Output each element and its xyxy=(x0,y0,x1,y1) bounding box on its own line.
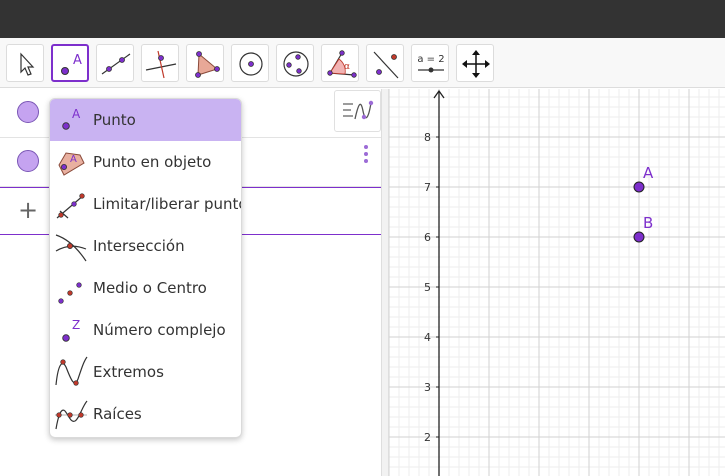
menu-item-label: Raíces xyxy=(93,405,142,423)
menu-item-raices[interactable]: Raíces xyxy=(50,393,241,435)
menu-item-numero-complejo[interactable]: Z Número complejo xyxy=(50,309,241,351)
point-tools-menu: A Punto A Punto en objeto Limitar/libera… xyxy=(49,98,242,438)
menu-item-limitar-liberar-punto[interactable]: Limitar/liberar punto xyxy=(50,183,242,225)
point-tool-button[interactable]: A xyxy=(51,44,89,82)
toolbar: A α a = 2 xyxy=(0,38,725,88)
polygon-icon xyxy=(195,51,220,78)
move-tool-button[interactable] xyxy=(6,44,44,82)
perpendicular-tool-button[interactable] xyxy=(141,44,179,82)
visibility-toggle-b[interactable] xyxy=(17,150,39,172)
arrow-cursor-icon xyxy=(20,52,35,76)
point-icon: A xyxy=(61,53,82,75)
angle-tool-button[interactable]: α xyxy=(321,44,359,82)
y-tick-label: 6 xyxy=(424,231,431,244)
view-splitter[interactable] xyxy=(381,89,389,476)
ellipse-icon xyxy=(283,51,309,77)
point-on-object-icon: A xyxy=(58,152,85,176)
y-tick-label: 7 xyxy=(424,181,431,194)
circle-icon xyxy=(239,52,263,76)
extremum-icon xyxy=(55,356,88,386)
slider-tool-button[interactable]: a = 2 xyxy=(411,44,449,82)
perpendicular-icon xyxy=(145,50,177,79)
slider-tool-label: a = 2 xyxy=(417,54,444,65)
menu-item-label: Punto en objeto xyxy=(93,153,212,171)
menu-item-medio-o-centro[interactable]: Medio o Centro xyxy=(50,267,241,309)
graphics-canvas[interactable]: 8 7 6 5 4 3 2 A B xyxy=(389,89,725,476)
menu-item-label: Punto xyxy=(93,111,136,129)
menu-icon-label: Z xyxy=(72,318,80,332)
reflect-tool-button[interactable] xyxy=(366,44,404,82)
line-tool-button[interactable] xyxy=(96,44,134,82)
point-b[interactable] xyxy=(633,231,645,243)
midpoint-icon xyxy=(58,282,82,304)
sort-algebra-icon xyxy=(343,100,374,120)
polygon-tool-button[interactable] xyxy=(186,44,224,82)
angle-icon: α xyxy=(327,50,357,78)
point-tool-label: A xyxy=(73,53,82,68)
menu-item-label: Intersección xyxy=(93,237,185,255)
intersect-icon xyxy=(55,234,87,262)
y-tick-label: 8 xyxy=(424,131,431,144)
point-label-a: A xyxy=(643,164,654,182)
add-item-icon[interactable]: + xyxy=(18,198,38,222)
menu-item-label: Medio o Centro xyxy=(93,279,207,297)
menu-icon-label: A xyxy=(70,154,77,165)
menu-item-label: Limitar/liberar punto xyxy=(93,195,242,213)
complex-number-icon: Z xyxy=(62,318,80,342)
y-tick-label: 4 xyxy=(424,331,431,344)
point-icon: A xyxy=(62,107,81,130)
visibility-toggle-a[interactable] xyxy=(17,101,39,123)
title-bar xyxy=(0,0,725,38)
attach-detach-icon xyxy=(56,193,85,219)
move-arrows-icon xyxy=(462,50,490,78)
menu-item-label: Extremos xyxy=(93,363,164,381)
point-a[interactable] xyxy=(633,181,645,193)
menu-item-label: Número complejo xyxy=(93,321,226,339)
y-tick-label: 2 xyxy=(424,431,431,444)
menu-icon-label: A xyxy=(72,107,81,121)
graphics-view[interactable]: 8 7 6 5 4 3 2 A B xyxy=(389,89,725,476)
line-icon xyxy=(101,53,131,75)
slider-icon: a = 2 xyxy=(417,54,445,73)
geogebra-window: A α a = 2 + 8 7 6 5 4 3 2 A B A Punto A … xyxy=(0,0,725,476)
menu-item-punto[interactable]: A Punto xyxy=(50,99,241,141)
menu-item-interseccion[interactable]: Intersección xyxy=(50,225,241,267)
menu-item-extremos[interactable]: Extremos xyxy=(50,351,241,393)
angle-tool-label: α xyxy=(344,62,350,72)
reflect-icon xyxy=(373,51,399,79)
roots-icon xyxy=(55,400,88,430)
more-options-icon[interactable] xyxy=(364,145,368,166)
circle-tool-button[interactable] xyxy=(231,44,269,82)
algebra-style-button[interactable] xyxy=(334,90,381,132)
y-tick-label: 5 xyxy=(424,281,431,294)
conic-tool-button[interactable] xyxy=(276,44,314,82)
menu-item-punto-en-objeto[interactable]: A Punto en objeto xyxy=(50,141,241,183)
y-tick-label: 3 xyxy=(424,381,431,394)
point-label-b: B xyxy=(643,214,653,232)
move-view-tool-button[interactable] xyxy=(456,44,494,82)
